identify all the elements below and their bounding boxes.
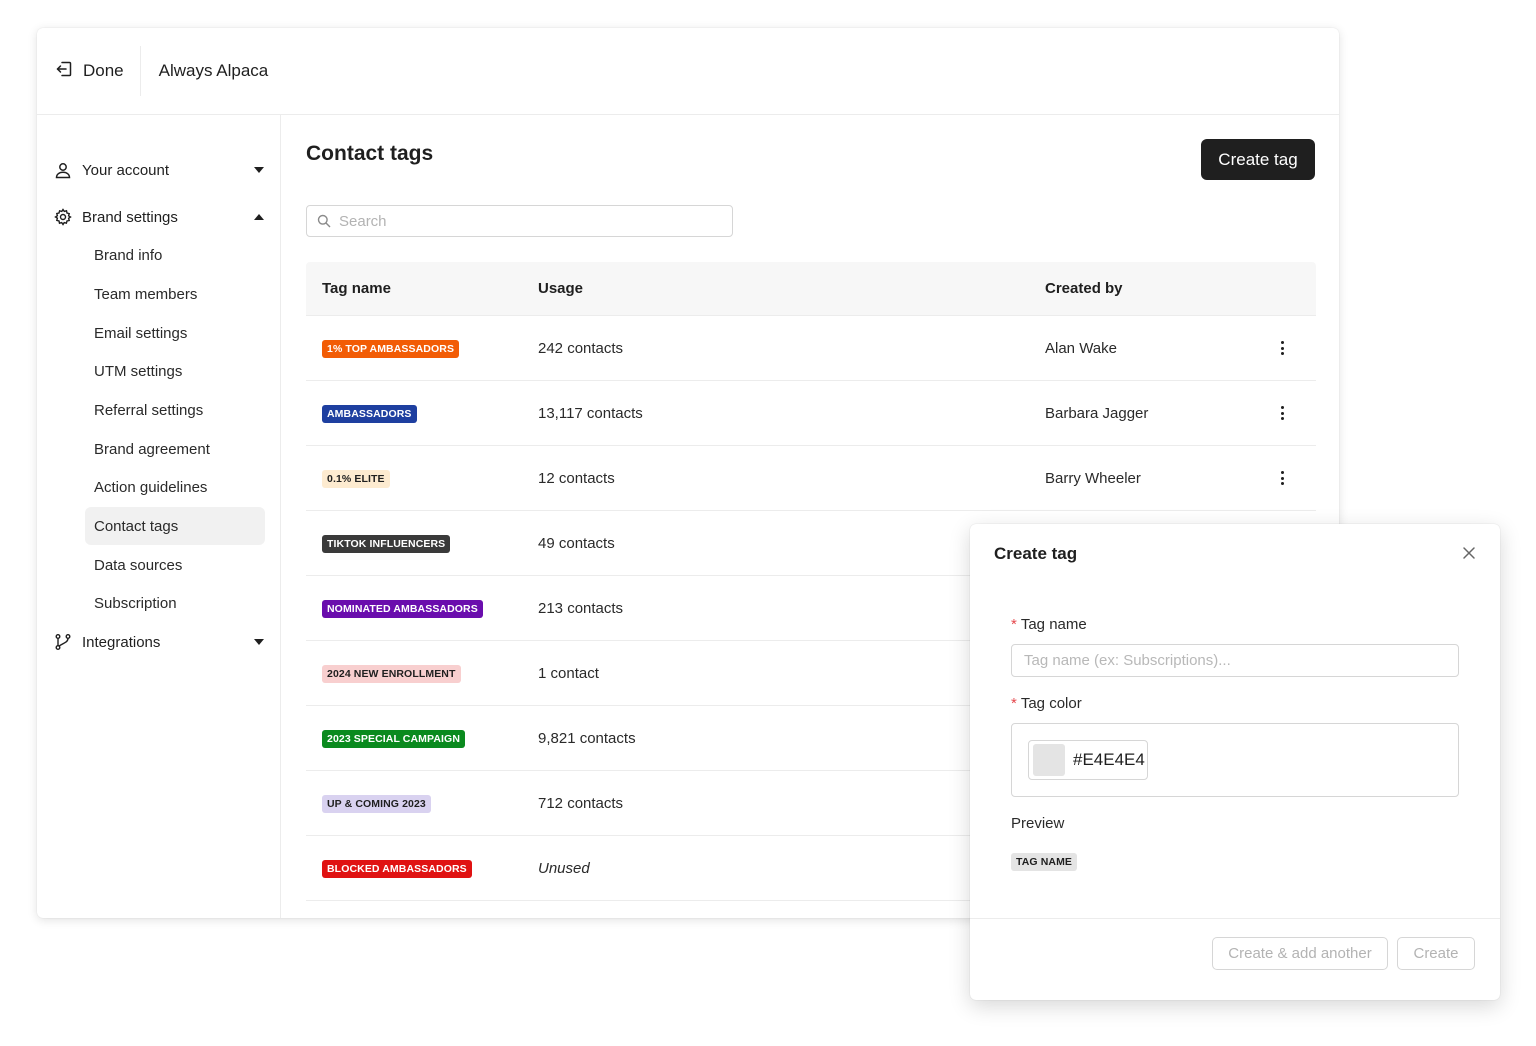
color-swatch xyxy=(1033,744,1065,776)
sidebar-item-utm-settings[interactable]: UTM settings xyxy=(85,352,265,390)
tag-badge: 2023 SPECIAL CAMPAIGN xyxy=(322,729,465,748)
sidebar-item-contact-tags[interactable]: Contact tags xyxy=(85,507,265,545)
sidebar: Your account Brand settings Brand info T… xyxy=(37,115,281,918)
close-icon[interactable] xyxy=(1462,546,1476,560)
column-header-tag-name: Tag name xyxy=(322,280,391,297)
more-options-icon[interactable] xyxy=(1280,471,1285,485)
usage-cell: 213 contacts xyxy=(538,599,624,617)
tag-name-label: * Tag name xyxy=(1011,616,1087,633)
tag-name-input[interactable] xyxy=(1011,644,1459,677)
exit-icon xyxy=(55,60,73,83)
preview-label: Preview xyxy=(1011,815,1065,832)
table-row: 0.1% ELITE 12 contacts Barry Wheeler xyxy=(306,446,1316,511)
table-row: 1% TOP AMBASSADORS 242 contacts Alan Wake xyxy=(306,316,1316,381)
user-icon xyxy=(54,161,72,179)
required-mark: * xyxy=(1011,695,1017,712)
tag-badge: NOMINATED AMBASSADORS xyxy=(322,599,483,618)
tag-badge: 0.1% ELITE xyxy=(322,469,390,488)
usage-cell: 242 contacts xyxy=(538,339,624,357)
create-tag-modal: Create tag *Tag name *Tag color #E4E4E4 … xyxy=(970,524,1500,1000)
usage-cell: 1 contact xyxy=(538,664,599,682)
sidebar-item-team-members[interactable]: Team members xyxy=(85,275,265,313)
branch-icon xyxy=(54,633,72,651)
table-row: AMBASSADORS 13,117 contacts Barbara Jagger xyxy=(306,381,1316,446)
caret-up-icon xyxy=(254,214,264,220)
preview-tag: TAG NAME xyxy=(1011,853,1078,871)
usage-cell: 49 contacts xyxy=(538,534,615,552)
sidebar-item-referral-settings[interactable]: Referral settings xyxy=(85,391,265,429)
create-tag-button[interactable]: Create tag xyxy=(1201,139,1315,180)
page-title: Contact tags xyxy=(306,142,434,165)
created-by-cell: Barbara Jagger xyxy=(1045,404,1149,422)
tag-badge: 1% TOP AMBASSADORS xyxy=(322,339,460,358)
tag-badge: TIKTOK INFLUENCERS xyxy=(322,534,451,553)
more-options-icon[interactable] xyxy=(1280,406,1285,420)
usage-cell: 12 contacts xyxy=(538,469,615,487)
modal-title: Create tag xyxy=(994,544,1078,563)
tag-color-field: #E4E4E4 xyxy=(1011,723,1459,797)
sidebar-item-subscription[interactable]: Subscription xyxy=(85,584,265,622)
color-hex-value: #E4E4E4 xyxy=(1073,750,1145,769)
sidebar-item-data-sources[interactable]: Data sources xyxy=(85,546,265,584)
usage-cell: Unused xyxy=(538,859,590,877)
column-header-created-by: Created by xyxy=(1045,280,1123,297)
gear-icon xyxy=(54,208,72,226)
table-header: Tag name Usage Created by xyxy=(306,262,1316,316)
color-picker-button[interactable]: #E4E4E4 xyxy=(1028,740,1148,780)
caret-down-icon xyxy=(254,167,264,173)
column-header-usage: Usage xyxy=(538,280,584,297)
done-button[interactable]: Done xyxy=(37,45,140,97)
search-box xyxy=(306,205,733,237)
done-label: Done xyxy=(83,61,124,80)
more-options-icon[interactable] xyxy=(1280,341,1285,355)
required-mark: * xyxy=(1011,616,1017,633)
usage-cell: 13,117 contacts xyxy=(538,404,643,422)
create-and-add-another-button[interactable]: Create & add another xyxy=(1212,937,1388,970)
tag-name-label-text: Tag name xyxy=(1020,616,1087,633)
sidebar-item-action-guidelines[interactable]: Action guidelines xyxy=(85,468,265,506)
tag-color-label: * Tag color xyxy=(1011,695,1082,712)
usage-cell: 712 contacts xyxy=(538,794,624,812)
search-icon xyxy=(317,214,331,228)
sidebar-group-your-account[interactable]: Your account xyxy=(54,155,264,185)
created-by-cell: Barry Wheeler xyxy=(1045,469,1141,487)
tag-badge: UP & COMING 2023 xyxy=(322,794,431,813)
sidebar-item-email-settings[interactable]: Email settings xyxy=(85,314,265,352)
sidebar-group-brand-settings[interactable]: Brand settings xyxy=(54,202,264,232)
create-button[interactable]: Create xyxy=(1397,937,1475,970)
caret-down-icon xyxy=(254,639,264,645)
modal-footer: Create & add another Create xyxy=(970,918,1500,1000)
brand-name: Always Alpaca xyxy=(158,61,269,80)
top-bar: Done Always Alpaca xyxy=(37,28,1339,115)
tag-color-label-text: Tag color xyxy=(1020,695,1082,712)
sidebar-group-label: Integrations xyxy=(82,633,161,651)
sidebar-item-brand-agreement[interactable]: Brand agreement xyxy=(85,430,265,468)
sidebar-group-label: Your account xyxy=(82,161,170,179)
tag-badge: 2024 NEW ENROLLMENT xyxy=(322,664,461,683)
search-input[interactable] xyxy=(339,212,719,230)
sidebar-group-integrations[interactable]: Integrations xyxy=(54,627,264,657)
tag-badge: BLOCKED AMBASSADORS xyxy=(322,859,472,878)
sidebar-group-label: Brand settings xyxy=(82,208,178,226)
usage-cell: 9,821 contacts xyxy=(538,729,636,747)
sidebar-item-brand-info[interactable]: Brand info xyxy=(85,236,265,274)
tag-badge: AMBASSADORS xyxy=(322,404,417,423)
created-by-cell: Alan Wake xyxy=(1045,339,1117,357)
